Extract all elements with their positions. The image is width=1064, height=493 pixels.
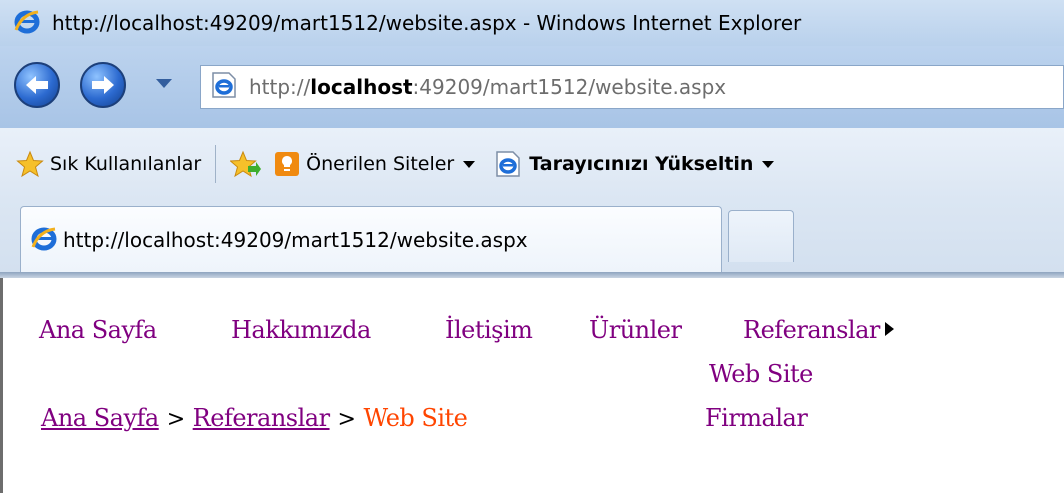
submenu-item-web-site[interactable]: Web Site — [709, 360, 813, 388]
menu-item-referanslar[interactable]: Referanslar — [743, 316, 894, 344]
favorites-button[interactable]: Sık Kullanılanlar — [16, 150, 201, 178]
suggested-sites-icon — [275, 152, 300, 176]
breadcrumb-home-link[interactable]: Ana Sayfa — [41, 404, 159, 432]
menu-item-hakkimizda[interactable]: Hakkımızda — [231, 316, 371, 344]
add-to-favorites-button[interactable] — [230, 150, 262, 178]
browser-window: http://localhost:49209/mart1512/website.… — [0, 0, 1064, 493]
submenu-item-firmalar[interactable]: Firmalar — [705, 404, 808, 432]
internet-explorer-icon — [31, 225, 57, 255]
breadcrumb-separator: > — [166, 407, 185, 432]
tab-label: http://localhost:49209/mart1512/website.… — [63, 227, 528, 252]
breadcrumb: Ana Sayfa > Referanslar > Web Site — [41, 404, 468, 432]
breadcrumb-current: Web Site — [363, 404, 468, 432]
url-path: :49209/mart1512/website.aspx — [412, 75, 727, 99]
back-button[interactable] — [14, 62, 60, 108]
title-bar: http://localhost:49209/mart1512/website.… — [0, 0, 1064, 46]
arrow-right-icon — [92, 76, 114, 94]
page-icon — [211, 71, 237, 103]
menu-item-referanslar-label: Referanslar — [743, 316, 880, 344]
suggested-sites-button[interactable]: Önerilen Siteler — [274, 151, 476, 177]
forward-button[interactable] — [80, 62, 126, 108]
navigation-bar: http://localhost:49209/mart1512/website.… — [0, 46, 1064, 128]
suggested-sites-label: Önerilen Siteler — [306, 153, 455, 175]
recent-pages-dropdown[interactable] — [156, 79, 172, 88]
chevron-down-icon — [463, 160, 476, 168]
internet-explorer-icon — [14, 8, 40, 38]
window-title: http://localhost:49209/mart1512/website.… — [52, 11, 802, 35]
breadcrumb-separator: > — [337, 407, 356, 432]
upgrade-browser-button[interactable]: Tarayıcınızı Yükseltin — [495, 150, 775, 178]
menu-item-ana-sayfa[interactable]: Ana Sayfa — [39, 316, 157, 344]
arrow-left-icon — [26, 76, 48, 94]
url-scheme: http:// — [249, 75, 311, 99]
submenu-arrow-icon — [884, 322, 894, 336]
address-bar[interactable]: http://localhost:49209/mart1512/website.… — [200, 65, 1064, 109]
chevron-down-icon — [762, 160, 775, 168]
toolbar-separator — [215, 145, 217, 183]
ie-page-icon — [496, 151, 520, 177]
star-icon — [16, 150, 44, 178]
page-content: Ana Sayfa Hakkımızda İletişim Ürünler Re… — [0, 278, 1064, 493]
favorites-label: Sık Kullanılanlar — [50, 153, 202, 175]
address-url[interactable]: http://localhost:49209/mart1512/website.… — [249, 75, 726, 99]
url-host: localhost — [310, 75, 413, 99]
tab-website[interactable]: http://localhost:49209/mart1512/website.… — [20, 206, 722, 272]
menu-item-urunler[interactable]: Ürünler — [589, 316, 682, 344]
upgrade-browser-label: Tarayıcınızı Yükseltin — [529, 153, 754, 175]
menu-item-iletisim[interactable]: İletişim — [445, 316, 533, 344]
new-tab-button[interactable] — [728, 210, 794, 262]
tab-strip: http://localhost:49209/mart1512/website.… — [0, 200, 1064, 272]
add-favorite-icon — [230, 150, 262, 178]
breadcrumb-section-link[interactable]: Referanslar — [193, 404, 330, 432]
favorites-bar: Sık Kullanılanlar Önerilen Siteler Taray… — [0, 128, 1064, 200]
